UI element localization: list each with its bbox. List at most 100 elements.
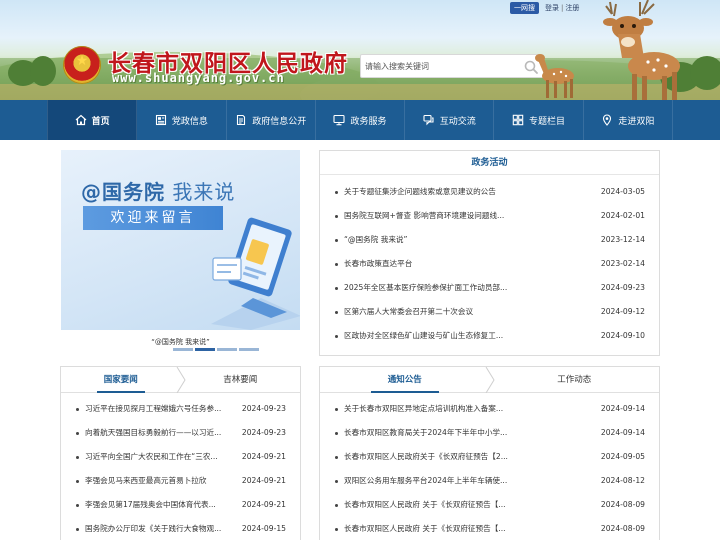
list-item-title[interactable]: 习近平向全国广大农民和工作在“三农... xyxy=(85,445,218,469)
list-item[interactable]: 区第六届人大常委会召开第二十次会议 2024-09-12 xyxy=(334,300,645,324)
list-item-title[interactable]: 区政协对全区绿色矿山建设与矿山生态修复工... xyxy=(344,324,503,348)
tab-news-0[interactable]: 国家要闻 xyxy=(61,367,181,393)
notices-list: 关于长春市双阳区异地定点培训机构准入备案... 2024-09-14 长春市双阳区教… xyxy=(334,397,645,540)
register-link[interactable]: 注册 xyxy=(565,3,579,13)
list-item-title[interactable]: “@国务院 我来说” xyxy=(344,228,407,252)
list-item[interactable]: 双阳区公务用车服务平台2024年上半年车辆使... 2024-08-12 xyxy=(334,469,645,493)
list-item-date: 2024-09-05 xyxy=(600,452,645,461)
list-item[interactable]: 长春市双阳区人民政府 关于《长双府征预告【... 2024-08-09 xyxy=(334,493,645,517)
list-item-date: 2024-09-23 xyxy=(600,283,645,292)
nav-item-label: 走进双阳 xyxy=(618,116,655,127)
nav-item-interaction[interactable]: 互动交流 xyxy=(405,100,495,140)
bullet-dot-icon xyxy=(335,432,338,435)
list-item-date: 2024-08-12 xyxy=(600,476,645,485)
bullet-dot-icon xyxy=(76,504,79,507)
list-item[interactable]: 长春市双阳区教育局关于2024年下半年中小学... 2024-09-14 xyxy=(334,421,645,445)
login-link[interactable]: 登录 xyxy=(545,3,559,13)
list-item-title[interactable]: 习近平在接见探月工程嫦娥六号任务参... xyxy=(85,397,221,421)
document-icon xyxy=(237,114,246,126)
panel-header: 政务活动 xyxy=(320,151,659,175)
list-item-title[interactable]: 向着航天强国目标勇毅前行——以习近... xyxy=(85,421,221,445)
tab-news-1[interactable]: 吉林要闻 xyxy=(181,367,301,393)
nav-item-gov-info[interactable]: 政府信息公开 xyxy=(227,100,316,140)
list-item-title[interactable]: 双阳区公务用车服务平台2024年上半年车辆使... xyxy=(344,469,507,493)
list-item-title[interactable]: 国务院互联网+督查 影响营商环境建设问题线... xyxy=(344,204,504,228)
tablet-illustration-icon xyxy=(211,217,300,330)
list-item[interactable]: 长春市政策直达平台 2023-02-14 xyxy=(334,252,645,276)
list-item-title[interactable]: 区第六届人大常委会召开第二十次会议 xyxy=(344,300,473,324)
list-item-date: 2024-09-23 xyxy=(241,428,286,437)
gov-activities-panel: 政务活动 关于专题征集涉企问题线索或意见建议的公告 2024-03-05 国务院互联… xyxy=(319,150,660,356)
list-item-date: 2024-09-15 xyxy=(241,524,286,533)
nav-item-about[interactable]: 走进双阳 xyxy=(584,100,673,140)
tab-divider-icon xyxy=(485,367,495,393)
yiwang-search-link[interactable]: 一网搜 xyxy=(510,2,539,14)
nav-item-home[interactable]: 首页 xyxy=(47,100,138,140)
list-item-date: 2024-08-09 xyxy=(600,524,645,533)
nav-item-party-info[interactable]: 党政信息 xyxy=(137,100,227,140)
search-input[interactable] xyxy=(365,58,515,75)
list-item-title[interactable]: 关于专题征集涉企问题线索或意见建议的公告 xyxy=(344,180,496,204)
list-item-title[interactable]: 2025年全区基本医疗保险参保扩面工作动员部... xyxy=(344,276,507,300)
news-panel: 国家要闻 吉林要闻 习近平在接见探月工程嫦娥六号任务参... 2024-09-23 向… xyxy=(60,366,301,540)
news-list: 习近平在接见探月工程嫦娥六号任务参... 2024-09-23 向着航天强国目标勇毅… xyxy=(75,397,286,540)
tab-notices-1[interactable]: 工作动态 xyxy=(490,367,660,393)
list-item-title[interactable]: 长春市双阳区教育局关于2024年下半年中小学... xyxy=(344,421,507,445)
bullet-dot-icon xyxy=(335,504,338,507)
list-item-date: 2024-09-14 xyxy=(600,428,645,437)
slide-dot[interactable] xyxy=(239,348,259,351)
national-emblem-icon[interactable]: ★ xyxy=(63,46,101,84)
nav-item-gov-service[interactable]: 政务服务 xyxy=(316,100,406,140)
nav-item-special-topics[interactable]: 专题栏目 xyxy=(494,100,584,140)
list-item[interactable]: 长春市双阳区人民政府 关于《长双府征预告【... 2024-08-09 xyxy=(334,517,645,540)
list-item[interactable]: 关于长春市双阳区异地定点培训机构准入备案... 2024-09-14 xyxy=(334,397,645,421)
header-banner: ★ 长春市双阳区人民政府 www.shuangyang.gov.cn 一网搜 登… xyxy=(0,0,720,100)
list-item-title[interactable]: 长春市双阳区人民政府 关于《长双府征预告【... xyxy=(344,493,506,517)
list-item-title[interactable]: 长春市双阳区人民政府 关于《长双府征预告【... xyxy=(344,517,506,540)
list-item[interactable]: 习近平向全国广大农民和工作在“三农... 2024-09-21 xyxy=(75,445,286,469)
slide-headline-prefix: @国务院 xyxy=(81,180,165,204)
list-item[interactable]: 关于专题征集涉企问题线索或意见建议的公告 2024-03-05 xyxy=(334,180,645,204)
list-item-title[interactable]: 关于长春市双阳区异地定点培训机构准入备案... xyxy=(344,397,503,421)
list-item[interactable]: 习近平在接见探月工程嫦娥六号任务参... 2024-09-23 xyxy=(75,397,286,421)
list-item[interactable]: 国务院办公厅印发《关于践行大食物观... 2024-09-15 xyxy=(75,517,286,540)
banner-tree xyxy=(30,56,56,86)
list-item-title[interactable]: 李强会见马来西亚最高元首易卜拉欣 xyxy=(85,469,207,493)
tab-notices-0[interactable]: 通知公告 xyxy=(320,367,490,393)
list-item[interactable]: 向着航天强国目标勇毅前行——以习近... 2024-09-23 xyxy=(75,421,286,445)
slide-dot[interactable] xyxy=(195,348,215,351)
bullet-dot-icon xyxy=(76,432,79,435)
list-item[interactable]: 区政协对全区绿色矿山建设与矿山生态修复工... 2024-09-10 xyxy=(334,324,645,348)
list-item-date: 2024-02-01 xyxy=(600,211,645,220)
list-item-title[interactable]: 长春市政策直达平台 xyxy=(344,252,412,276)
bullet-dot-icon xyxy=(335,456,338,459)
image-slider[interactable]: @国务院 我来说 欢迎来留言 “@国务院 我来说” xyxy=(61,150,300,351)
list-item[interactable]: 李强会见第17届残奥会中国体育代表... 2024-09-21 xyxy=(75,493,286,517)
bullet-dot-icon xyxy=(335,408,338,411)
bullet-dot-icon xyxy=(335,239,338,242)
list-item-title[interactable]: 李强会见第17届残奥会中国体育代表... xyxy=(85,493,216,517)
site-domain: www.shuangyang.gov.cn xyxy=(112,71,285,85)
top-links: 一网搜 登录 | 注册 xyxy=(510,2,579,14)
bullet-dot-icon xyxy=(335,287,338,290)
slide-dots xyxy=(171,348,259,351)
panel-title[interactable]: 政务活动 xyxy=(320,151,659,175)
list-item[interactable]: “@国务院 我来说” 2023-12-14 xyxy=(334,228,645,252)
news-icon xyxy=(155,114,166,126)
list-item-title[interactable]: 长春市双阳区人民政府关于《长双府征预告【2... xyxy=(344,445,508,469)
main-nav: 首页 党政信息 政府信息公开 政务服务 互动交流 专题栏目 走进双阳 xyxy=(0,100,720,140)
list-item[interactable]: 国务院互联网+督查 影响营商环境建设问题线... 2024-02-01 xyxy=(334,204,645,228)
slide-image[interactable]: @国务院 我来说 欢迎来留言 xyxy=(61,150,300,330)
list-item[interactable]: 李强会见马来西亚最高元首易卜拉欣 2024-09-21 xyxy=(75,469,286,493)
slide-dot[interactable] xyxy=(173,348,193,351)
active-tab-indicator xyxy=(96,391,145,393)
list-item-title[interactable]: 国务院办公厅印发《关于践行大食物观... xyxy=(85,517,221,540)
slide-dot[interactable] xyxy=(217,348,237,351)
nav-item-label: 党政信息 xyxy=(171,116,208,127)
notices-panel: 通知公告 工作动态 关于长春市双阳区异地定点培训机构准入备案... 2024-09-… xyxy=(319,366,660,540)
gov-activities-list: 关于专题征集涉企问题线索或意见建议的公告 2024-03-05 国务院互联网+督查 … xyxy=(334,180,645,348)
list-item[interactable]: 2025年全区基本医疗保险参保扩面工作动员部... 2024-09-23 xyxy=(334,276,645,300)
banner-tree xyxy=(690,56,720,90)
link-separator: | xyxy=(561,4,564,12)
list-item[interactable]: 长春市双阳区人民政府关于《长双府征预告【2... 2024-09-05 xyxy=(334,445,645,469)
